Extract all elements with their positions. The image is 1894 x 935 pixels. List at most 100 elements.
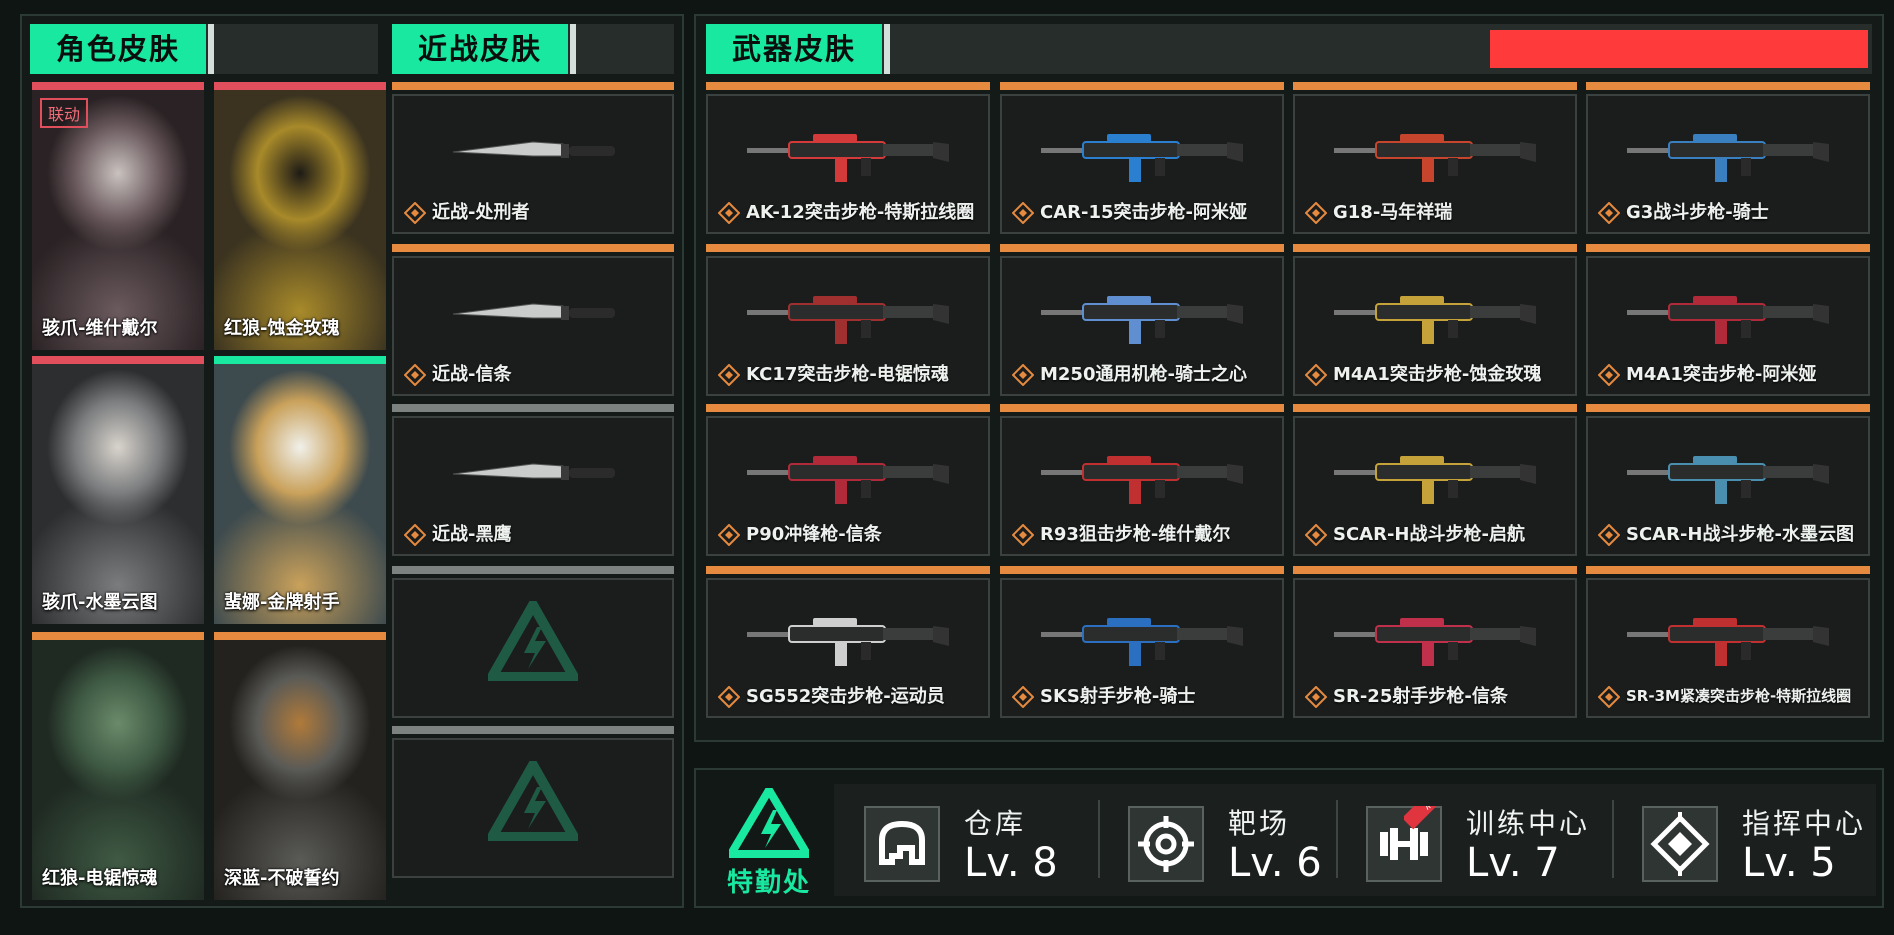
rarity-diamond-icon	[404, 524, 426, 546]
weapon-skin-card[interactable]: M250通用机枪-骑士之心	[1000, 244, 1284, 396]
card-body: SKS射手步枪-骑士	[1000, 578, 1284, 718]
rarity-bar	[706, 82, 990, 90]
rarity-bar	[1586, 566, 1870, 574]
character-skin-card[interactable]: 骇爪-水墨云图	[32, 356, 204, 624]
empty-melee-slot	[392, 566, 674, 718]
weapon-skin-name: G18-马年祥瑞	[1333, 202, 1453, 223]
rarity-bar	[32, 632, 204, 640]
special-ops-logo[interactable]: 特勤处	[714, 784, 824, 898]
weapon-skin-card[interactable]: SKS射手步枪-骑士	[1000, 566, 1284, 718]
facility-4[interactable]: 指挥中心 Lv. 5	[1642, 800, 1872, 888]
knife-icon	[452, 303, 615, 321]
weapon-skin-card[interactable]: G18-马年祥瑞	[1293, 82, 1577, 234]
empty-melee-slot	[392, 726, 674, 878]
rarity-diamond-icon	[404, 202, 426, 224]
rarity-diamond-icon	[718, 524, 740, 546]
rarity-bar	[32, 356, 204, 364]
rarity-bar	[1293, 404, 1577, 412]
rarity-diamond-icon	[718, 686, 740, 708]
card-body: M250通用机枪-骑士之心	[1000, 256, 1284, 396]
weapon-icon	[1041, 134, 1243, 183]
weapon-skin-card[interactable]: SR-3M紧凑突击步枪-特斯拉线圈	[1586, 566, 1870, 718]
rarity-bar	[1000, 82, 1284, 90]
rarity-diamond-icon	[1598, 524, 1620, 546]
empty-slot-logo-icon	[488, 601, 578, 682]
facility-level: Lv. 8	[964, 840, 1058, 886]
weapon-skin-name: SKS射手步枪-骑士	[1040, 686, 1196, 707]
character-skin-name: 深蓝-不破誓约	[224, 868, 340, 889]
melee-skin-name: 近战-处刑者	[432, 202, 530, 223]
weapon-icon	[747, 456, 949, 505]
weapon-skin-card[interactable]: R93狙击步枪-维什戴尔	[1000, 404, 1284, 556]
rarity-bar	[392, 566, 674, 574]
character-skin-name: 红狼-电锯惊魂	[42, 868, 158, 889]
character-skin-title: 角色皮肤	[30, 24, 215, 74]
melee-skin-card[interactable]: 近战-黑鹰	[392, 404, 674, 556]
weapon-skin-card[interactable]: KC17突击步枪-电锯惊魂	[706, 244, 990, 396]
character-portrait	[214, 90, 386, 350]
rarity-bar	[1293, 566, 1577, 574]
weapon-icon	[1041, 296, 1243, 345]
weapon-skin-card[interactable]: SR-25射手步枪-信条	[1293, 566, 1577, 718]
facility-level: Lv. 7	[1466, 840, 1560, 886]
rarity-bar	[392, 726, 674, 734]
melee-skin-card[interactable]: 近战-处刑者	[392, 82, 674, 234]
character-portrait	[32, 364, 204, 624]
command-icon	[1642, 806, 1718, 882]
character-skin-card[interactable]: 红狼-蚀金玫瑰	[214, 82, 386, 350]
weapon-skin-card[interactable]: M4A1突击步枪-蚀金玫瑰	[1293, 244, 1577, 396]
rarity-bar	[1586, 244, 1870, 252]
weapon-skin-card[interactable]: AK-12突击步枪-特斯拉线圈	[706, 82, 990, 234]
facility-name: 靶场	[1228, 807, 1291, 840]
melee-skin-title: 近战皮肤	[392, 24, 577, 74]
weapon-skin-card[interactable]: SCAR-H战斗步枪-启航	[1293, 404, 1577, 556]
rarity-bar	[706, 244, 990, 252]
facility-2[interactable]: 靶场 Lv. 6	[1128, 800, 1358, 888]
weapon-skin-card[interactable]: CAR-15突击步枪-阿米娅	[1000, 82, 1284, 234]
weapon-skin-title: 武器皮肤	[706, 24, 891, 74]
character-skin-card[interactable]: 蜚娜-金牌射手	[214, 356, 386, 624]
weapon-icon	[1627, 456, 1829, 505]
target-icon	[1128, 806, 1204, 882]
card-body: 近战-处刑者	[392, 94, 674, 234]
weapon-skin-card[interactable]: M4A1突击步枪-阿米娅	[1586, 244, 1870, 396]
card-body: SCAR-H战斗步枪-水墨云图	[1586, 416, 1870, 556]
character-skin-card[interactable]: 深蓝-不破誓约	[214, 632, 386, 900]
rarity-bar	[392, 244, 674, 252]
character-skin-card[interactable]: 红狼-电锯惊魂	[32, 632, 204, 900]
card-body: SCAR-H战斗步枪-启航	[1293, 416, 1577, 556]
weapon-skin-name: AK-12突击步枪-特斯拉线圈	[746, 202, 975, 223]
rarity-diamond-icon	[718, 202, 740, 224]
card-body: SG552突击步枪-运动员	[706, 578, 990, 718]
weapon-icon	[747, 134, 949, 183]
character-skin-card[interactable]: 联动 骇爪-维什戴尔	[32, 82, 204, 350]
knife-icon	[452, 463, 615, 481]
facility-name: 训练中心	[1466, 807, 1591, 840]
weapon-skin-name: R93狙击步枪-维什戴尔	[1040, 524, 1231, 545]
card-body: G18-马年祥瑞	[1293, 94, 1577, 234]
weapon-skin-name: SG552突击步枪-运动员	[746, 686, 945, 707]
empty-slot-logo-icon	[488, 761, 578, 842]
weapon-skin-name: G3战斗步枪-骑士	[1626, 202, 1769, 223]
weapon-icon	[1627, 296, 1829, 345]
card-body: KC17突击步枪-电锯惊魂	[706, 256, 990, 396]
character-portrait	[214, 364, 386, 624]
weapon-skin-name: M250通用机枪-骑士之心	[1040, 364, 1247, 385]
weapon-icon	[1627, 134, 1829, 183]
weapon-icon	[1334, 618, 1536, 667]
weapon-skin-card[interactable]: SG552突击步枪-运动员	[706, 566, 990, 718]
facility-1[interactable]: 仓库 Lv. 8	[864, 800, 1094, 888]
card-body: G3战斗步枪-骑士	[1586, 94, 1870, 234]
rarity-diamond-icon	[1012, 686, 1034, 708]
weapon-skin-card[interactable]: SCAR-H战斗步枪-水墨云图	[1586, 404, 1870, 556]
weapon-skin-card[interactable]: P90冲锋枪-信条	[706, 404, 990, 556]
melee-skin-card[interactable]: 近战-信条	[392, 244, 674, 396]
special-ops-logo-icon	[729, 788, 809, 858]
facility-3[interactable]: 满级 训练中心 Lv. 7	[1366, 800, 1596, 888]
rarity-bar	[392, 404, 674, 412]
max-level-ribbon: 满级	[1404, 806, 1444, 846]
rarity-bar	[32, 82, 204, 90]
card-body: 近战-黑鹰	[392, 416, 674, 556]
rarity-diamond-icon	[1598, 686, 1620, 708]
weapon-skin-card[interactable]: G3战斗步枪-骑士	[1586, 82, 1870, 234]
